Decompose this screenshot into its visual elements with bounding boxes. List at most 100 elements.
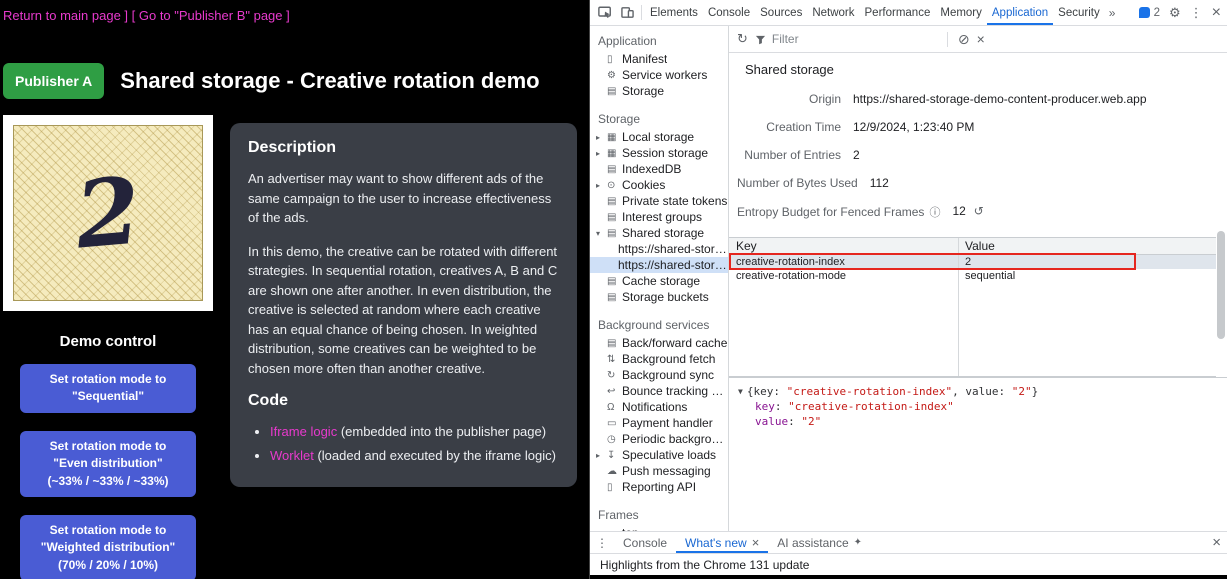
inspect-element-icon[interactable] (594, 0, 616, 25)
tab-sources[interactable]: Sources (755, 0, 807, 25)
creative-number: 2 (72, 164, 144, 261)
filter-input[interactable] (772, 32, 922, 46)
screenshot-root: Return to main page ] [ Go to "Publisher… (0, 0, 1227, 579)
drawer-tab-what-s-new[interactable]: What's new× (676, 532, 768, 553)
preview-string: "2" (1012, 385, 1032, 398)
entry-preview-pane: ▼{key: "creative-rotation-index", value:… (729, 377, 1227, 531)
tab-console[interactable]: Console (703, 0, 755, 25)
close-drawer-icon[interactable]: × (1212, 534, 1221, 551)
worklet-link[interactable]: Worklet (270, 448, 314, 463)
delete-selected-icon[interactable]: × (977, 31, 985, 47)
sidebar-item-label: Background sync (622, 368, 714, 382)
sidebar-item-payment-handler[interactable]: ▭Payment handler (590, 415, 728, 431)
property-name: value (755, 415, 788, 428)
metadata-value: https://shared-storage-demo-content-prod… (853, 92, 1147, 106)
close-icon[interactable]: × (752, 535, 760, 550)
database-icon: ▤ (607, 292, 622, 303)
reset-icon[interactable]: ↺ (974, 204, 984, 218)
sidebar-item-cache-storage[interactable]: ▤Cache storage (590, 273, 728, 289)
return-main-link[interactable]: Return to main page (3, 8, 121, 23)
sidebar-item-cookies[interactable]: ▸⊙Cookies (590, 177, 728, 193)
button-line: Set rotation mode to (26, 522, 190, 539)
delete-all-icon[interactable]: ⊘ (958, 31, 970, 48)
table-row-creative-rotation-mode[interactable]: creative-rotation-modesequential (729, 269, 1216, 283)
sidebar-item-background-fetch[interactable]: ⇅Background fetch (590, 351, 728, 367)
sidebar-item-periodic-backgroun[interactable]: ◷Periodic backgroun… (590, 431, 728, 447)
drawer-tab-ai-assistance[interactable]: AI assistance✦ (768, 532, 871, 553)
sidebar-item-label: Speculative loads (622, 448, 716, 462)
sidebar-item-manifest[interactable]: ▯Manifest (590, 51, 728, 67)
preview-text: } (1032, 385, 1039, 398)
sidebar-item-push-messaging[interactable]: ☁Push messaging (590, 463, 728, 479)
metadata-value: 12/9/2024, 1:23:40 PM (853, 120, 974, 134)
sidebar-item-label: Payment handler (622, 416, 713, 430)
statusbar-text: Highlights from the Chrome 131 update (600, 558, 809, 572)
sidebar-item-indexeddb[interactable]: ▤IndexedDB (590, 161, 728, 177)
sidebar-item-background-sync[interactable]: ↻Background sync (590, 367, 728, 383)
expand-triangle-icon[interactable]: ▼ (738, 384, 743, 399)
sidebar-item-bounce-tracking-miti[interactable]: ↩Bounce tracking miti… (590, 383, 728, 399)
database-icon: ▤ (607, 338, 622, 349)
sidebar-item-service-workers[interactable]: ⚙Service workers (590, 67, 728, 83)
sidebar-item-session-storage[interactable]: ▸▦Session storage (590, 145, 728, 161)
column-header-value[interactable]: Value (958, 239, 1216, 253)
preview-summary[interactable]: ▼{key: "creative-rotation-index", value:… (738, 384, 1218, 399)
tab-memory[interactable]: Memory (935, 0, 987, 25)
issues-badge[interactable]: 2 (1139, 7, 1160, 19)
sidebar-item-reporting-api[interactable]: ▯Reporting API (590, 479, 728, 495)
drawer-tab-console[interactable]: Console (614, 532, 676, 553)
table-row-creative-rotation-index[interactable]: creative-rotation-index2 (729, 255, 1216, 269)
chevron-right-icon[interactable]: ▸ (596, 451, 607, 460)
publisher-badge: Publisher A (3, 63, 104, 99)
close-devtools-icon[interactable]: × (1212, 5, 1221, 21)
column-header-key[interactable]: Key (729, 239, 958, 253)
publisher-b-link[interactable]: Go to "Publisher B" page (139, 8, 283, 23)
chevron-down-icon[interactable]: ▾ (596, 229, 607, 238)
sidebar-item-storage-buckets[interactable]: ▤Storage buckets (590, 289, 728, 305)
tab-application[interactable]: Application (987, 0, 1053, 25)
grid-header: Key Value (729, 238, 1216, 255)
shared-storage-title: Shared storage (729, 53, 1227, 81)
tabbar-right-icons: 2 ⚙ ⋮ × (1139, 5, 1221, 21)
chevron-right-icon[interactable]: ▸ (596, 149, 607, 158)
sidebar-item-speculative-loads[interactable]: ▸↧Speculative loads (590, 447, 728, 463)
set-rotation-weighted-distribution-button[interactable]: Set rotation mode to"Weighted distributi… (20, 515, 196, 579)
sidebar-item-https-shared-storage[interactable]: https://shared-storage… (590, 241, 728, 257)
refresh-icon[interactable]: ↻ (737, 31, 748, 47)
property-name: key (755, 400, 775, 413)
tab-network[interactable]: Network (807, 0, 859, 25)
info-icon[interactable]: ⓘ (929, 207, 940, 219)
sidebar-item-https-shared-storage[interactable]: https://shared-storage… (590, 257, 728, 273)
kebab-menu-icon[interactable]: ⋮ (1190, 6, 1203, 19)
sidebar-item-storage[interactable]: ▤Storage (590, 83, 728, 99)
drawer-menu-icon[interactable]: ⋮ (596, 536, 608, 550)
iframe-logic-link[interactable]: Iframe logic (270, 424, 337, 439)
sidebar-item-shared-storage[interactable]: ▾▤Shared storage (590, 225, 728, 241)
device-toolbar-icon[interactable] (616, 0, 638, 25)
filter-funnel-icon (755, 34, 766, 45)
preview-text: , value: (952, 385, 1012, 398)
sidebar-item-local-storage[interactable]: ▸▦Local storage (590, 129, 728, 145)
shared-storage-metadata: Originhttps://shared-storage-demo-conten… (729, 81, 1227, 227)
tab-performance[interactable]: Performance (860, 0, 936, 25)
chevron-right-icon[interactable]: ▸ (596, 181, 607, 190)
sidebar-section-application: Application▯Manifest⚙Service workers▤Sto… (590, 29, 728, 99)
scrollbar-thumb[interactable] (1217, 231, 1225, 339)
chevron-right-icon[interactable]: ▸ (596, 133, 607, 142)
sidebar-item-label: https://shared-storage… (618, 258, 728, 272)
gear-icon[interactable]: ⚙ (1169, 6, 1181, 19)
tab-elements[interactable]: Elements (645, 0, 703, 25)
tab-security[interactable]: Security (1053, 0, 1105, 25)
sidebar-section-title: Background services (590, 313, 728, 335)
sidebar-item-notifications[interactable]: ΩNotifications (590, 399, 728, 415)
more-tabs-icon[interactable]: » (1105, 6, 1120, 20)
sidebar-item-back-forward-cache[interactable]: ▤Back/forward cache (590, 335, 728, 351)
sidebar-item-private-state-tokens[interactable]: ▤Private state tokens (590, 193, 728, 209)
page-title: Shared storage - Creative rotation demo (120, 68, 539, 94)
sidebar-item-interest-groups[interactable]: ▤Interest groups (590, 209, 728, 225)
table-icon: ▦ (607, 148, 622, 159)
set-rotation-even-distribution-button[interactable]: Set rotation mode to"Even distribution"(… (20, 431, 196, 497)
sidebar-item-label: Session storage (622, 146, 708, 160)
sidebar-item-label: Notifications (622, 400, 687, 414)
set-rotation-sequential-button[interactable]: Set rotation mode to"Sequential" (20, 364, 196, 413)
